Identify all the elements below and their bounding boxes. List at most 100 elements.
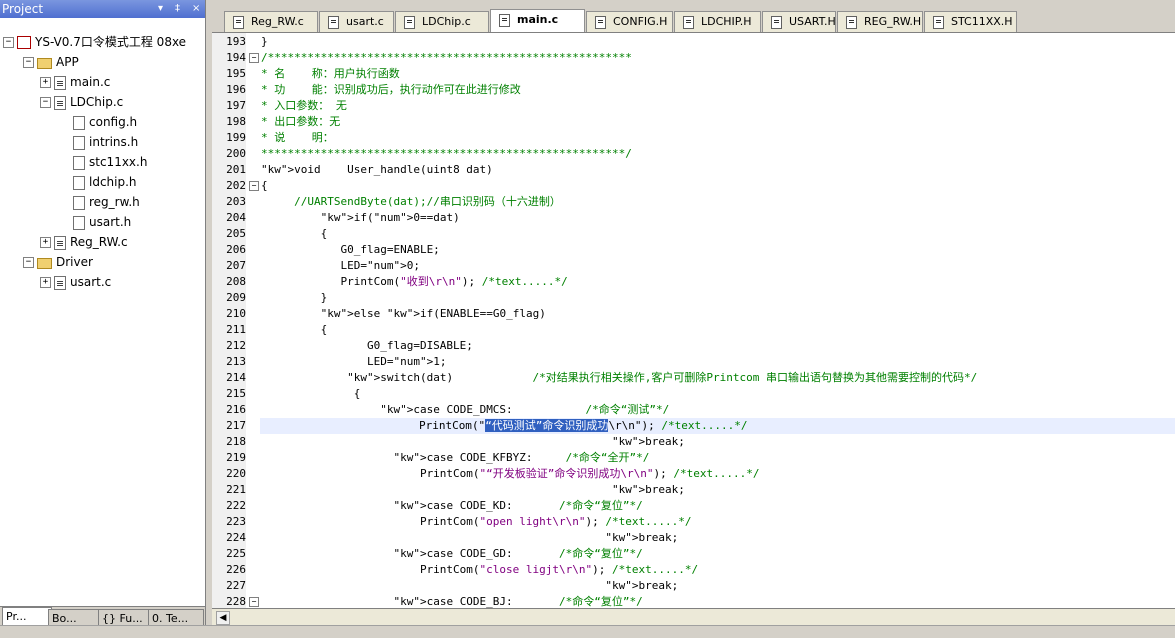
tree-item[interactable]: − LDChip.c <box>40 92 123 112</box>
file-icon <box>595 16 606 29</box>
fold-column <box>246 33 260 609</box>
editor-tab[interactable]: CONFIG.H <box>586 11 673 32</box>
code-line[interactable]: "kw">case CODE_GD: /*命令“复位”*/ <box>261 546 642 562</box>
scroll-left-icon[interactable]: ◀ <box>216 611 230 625</box>
tree-label: stc11xx.h <box>89 155 148 169</box>
code-line[interactable]: } <box>261 34 268 50</box>
fold-toggle-icon[interactable]: − <box>249 181 259 191</box>
editor-tab[interactable]: USART.H <box>762 11 836 32</box>
editor-tab[interactable]: LDCHIP.H <box>674 11 761 32</box>
tree-item[interactable]: intrins.h <box>60 132 138 152</box>
collapse-icon[interactable]: − <box>40 97 51 108</box>
code-line[interactable]: { <box>261 226 328 242</box>
code-line[interactable]: * 出口参数：无 <box>261 114 340 130</box>
tree-item[interactable]: reg_rw.h <box>60 192 140 212</box>
horizontal-scrollbar[interactable]: ◀ <box>212 608 1175 626</box>
editor-tab[interactable]: usart.c <box>319 11 394 32</box>
panel-pin-icon[interactable]: ‡ <box>175 0 180 18</box>
tree-item[interactable]: + Reg_RW.c <box>40 232 128 252</box>
code-line[interactable]: PrintCom("close ligjt\r\n"); /*text.....… <box>261 562 698 578</box>
code-line[interactable]: "kw">case CODE_DMCS: /*命令“测试”*/ <box>261 402 669 418</box>
collapse-icon[interactable]: − <box>3 37 14 48</box>
tree-label: APP <box>56 55 79 69</box>
tree-item[interactable]: usart.h <box>60 212 131 232</box>
tree-item[interactable]: + usart.c <box>40 272 111 292</box>
editor-tab[interactable]: main.c <box>490 9 585 33</box>
code-line[interactable]: /***************************************… <box>261 50 632 66</box>
tree-item[interactable]: + main.c <box>40 72 110 92</box>
code-line[interactable]: "kw">case CODE_KD: /*命令“复位”*/ <box>261 498 642 514</box>
line-number: 206 <box>226 243 246 256</box>
code-line[interactable]: { <box>261 322 328 338</box>
code-line[interactable]: G0_flag=DISABLE; <box>261 338 473 354</box>
line-number: 220 <box>226 467 246 480</box>
fold-toggle-icon[interactable]: − <box>249 53 259 63</box>
code-line[interactable]: PrintCom("“代码测试”命令识别成功\r\n"); /*text....… <box>260 418 1175 434</box>
tree-item[interactable]: − Driver <box>23 252 93 272</box>
code-line[interactable]: } <box>261 290 328 306</box>
folder-icon <box>37 258 52 269</box>
code-line[interactable]: ****************************************… <box>261 146 632 162</box>
panel-menu-icon[interactable]: ▾ <box>158 0 163 18</box>
code-line[interactable]: PrintCom("open light\r\n"); /*text.....*… <box>261 514 692 530</box>
code-line[interactable]: PrintCom("收到\r\n"); /*text.....*/ <box>261 274 567 290</box>
panel-close-icon[interactable]: × <box>192 0 200 18</box>
code-line[interactable]: "kw">break; <box>261 578 678 594</box>
code-line[interactable]: * 功 能：识别成功后，执行动作可在此进行修改 <box>261 82 521 98</box>
expand-icon[interactable]: + <box>40 277 51 288</box>
editor-tab[interactable]: Reg_RW.c <box>224 11 318 32</box>
line-number: 222 <box>226 499 246 512</box>
code-line[interactable]: LED="num">1; <box>261 354 447 370</box>
project-panel: Project ▾ ‡ × − YS-V0.7口令模式工程 08xe − APP + ma… <box>0 0 206 637</box>
tree-item[interactable]: stc11xx.h <box>60 152 147 172</box>
tree-root-project[interactable]: − YS-V0.7口令模式工程 08xe <box>3 32 186 52</box>
code-line[interactable]: * 入口参数： 无 <box>261 98 347 114</box>
line-number: 198 <box>226 115 246 128</box>
file-icon <box>73 135 85 150</box>
editor-tab[interactable]: LDChip.c <box>395 11 489 32</box>
line-number: 226 <box>226 563 246 576</box>
expand-icon[interactable]: + <box>40 77 51 88</box>
code-line[interactable]: LED="num">0; <box>261 258 420 274</box>
fold-toggle-icon[interactable]: − <box>249 597 259 607</box>
file-icon <box>54 235 66 250</box>
code-line[interactable]: "kw">break; <box>261 530 678 546</box>
code-line[interactable]: "kw">break; <box>261 482 685 498</box>
line-number-gutter: 193 194 195 196 197 198 199 200 201 202 203 204 205 2… <box>212 33 246 609</box>
tree-item[interactable]: − APP <box>23 52 79 72</box>
code-line[interactable]: //UARTSendByte(dat);//串口识别码（十六进制） <box>261 194 561 210</box>
editor-tab[interactable]: STC11XX.H <box>924 11 1017 32</box>
file-icon <box>73 115 85 130</box>
code-line[interactable]: "kw">if("num">0==dat) <box>261 210 460 226</box>
code-line[interactable]: G0_flag=ENABLE; <box>261 242 439 258</box>
collapse-icon[interactable]: − <box>23 257 34 268</box>
code-line[interactable]: "kw">else "kw">if(ENABLE==G0_flag) <box>261 306 546 322</box>
line-number: 204 <box>226 211 246 224</box>
code-line[interactable]: { <box>261 178 268 194</box>
code-line[interactable]: "kw">case CODE_KFBYZ: /*命令“全开”*/ <box>261 450 649 466</box>
file-icon <box>771 16 782 29</box>
code-line[interactable]: { <box>261 386 361 402</box>
line-number: 213 <box>226 355 246 368</box>
expand-icon[interactable]: + <box>40 237 51 248</box>
line-number: 215 <box>226 387 246 400</box>
collapse-icon[interactable]: − <box>23 57 34 68</box>
file-icon <box>404 16 415 29</box>
code-line[interactable]: * 名 称：用户执行函数 <box>261 66 400 82</box>
code-line[interactable]: "kw">switch(dat) /*对结果执行相关操作,客户可删除Printc… <box>261 370 977 386</box>
tree-item[interactable]: ldchip.h <box>60 172 137 192</box>
line-number: 216 <box>226 403 246 416</box>
file-icon <box>499 14 510 27</box>
editor-tab[interactable]: REG_RW.H <box>837 11 923 32</box>
editor-tab-bar: Reg_RW.c usart.c LDChip.c main.c CONFIG.H LDC… <box>212 9 1175 33</box>
editor-tab-label: Reg_RW.c <box>251 15 304 28</box>
line-number: 195 <box>226 67 246 80</box>
code-line[interactable]: PrintCom("“开发板验证”命令识别成功\r\n"); /*text...… <box>261 466 760 482</box>
code-line[interactable]: * 说 明： <box>261 130 334 146</box>
line-number: 209 <box>226 291 246 304</box>
code-editor[interactable]: 193 194 195 196 197 198 199 200 201 202 203 204 205 2… <box>212 32 1175 609</box>
code-line[interactable]: "kw">break; <box>261 434 685 450</box>
tree-item[interactable]: config.h <box>60 112 137 132</box>
selected-text[interactable]: “代码测试”命令识别成功 <box>485 419 609 432</box>
code-line[interactable]: "kw">void User_handle(uint8 dat) <box>261 162 493 178</box>
